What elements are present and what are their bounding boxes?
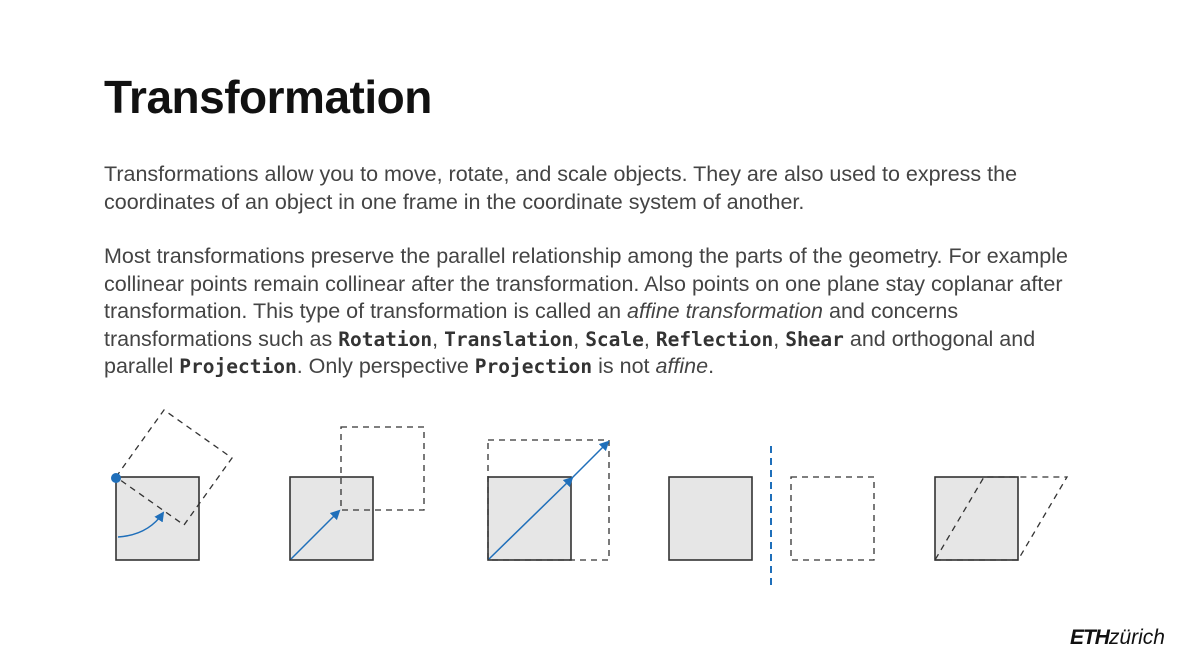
eth-zurich-logo: ETHzürich: [1069, 626, 1165, 649]
reflection-figure: [668, 446, 875, 585]
shear-figure: [933, 476, 1069, 561]
scale-arrow-outer: [571, 440, 610, 479]
original-square: [115, 476, 200, 561]
original-square: [668, 476, 753, 561]
translation-figure: [289, 426, 425, 561]
rotation-figure: [111, 409, 233, 561]
scale-figure: [487, 439, 610, 561]
transformation-diagrams: [111, 409, 1069, 585]
pivot-point: [111, 473, 121, 483]
reflected-square: [790, 476, 875, 561]
